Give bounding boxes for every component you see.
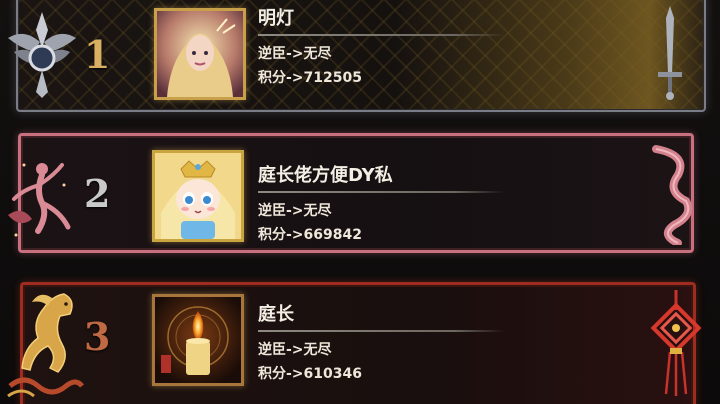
golden-horse-emblem-icon xyxy=(7,293,84,398)
leaderboard-entry-2[interactable]: 2 庭长佬方便DY私 逆臣->无尽 积分->669842 xyxy=(0,125,720,265)
player-name: 庭长佬方便DY私 xyxy=(258,165,393,186)
player-score: 积分->610346 xyxy=(258,366,362,382)
rank-number: 1 xyxy=(84,32,111,77)
player-score: 积分->669842 xyxy=(258,227,362,243)
player-name: 庭长 xyxy=(258,304,294,325)
silver-sword-ornament-icon xyxy=(658,6,682,100)
chinese-knot-ornament-icon xyxy=(650,290,702,396)
player-title: 逆臣->无尽 xyxy=(258,46,332,62)
ribbon-scroll-ornament-icon xyxy=(652,145,693,245)
player-score: 积分->712505 xyxy=(258,70,362,86)
player-info: 庭长佬方便DY私 逆臣->无尽 积分->669842 xyxy=(258,163,504,247)
name-divider xyxy=(258,330,504,332)
candle-avatar xyxy=(155,297,241,383)
player-avatar[interactable] xyxy=(152,150,244,242)
leaderboard: 1 明灯 逆臣->无尽 积分->712505 2 庭长佬方便DY私 逆臣->无尽… xyxy=(0,0,720,404)
chibi-princess-avatar xyxy=(155,153,241,239)
angel-portrait-avatar xyxy=(157,11,243,97)
rank-number: 2 xyxy=(84,171,111,216)
player-avatar[interactable] xyxy=(154,8,246,100)
player-avatar[interactable] xyxy=(152,294,244,386)
leaderboard-entry-1[interactable]: 1 明灯 逆臣->无尽 积分->712505 xyxy=(0,0,720,120)
player-title: 逆臣->无尽 xyxy=(258,203,332,219)
rank-number: 3 xyxy=(84,314,111,359)
player-info: 明灯 逆臣->无尽 积分->712505 xyxy=(258,6,504,90)
dancing-figure-emblem-icon xyxy=(8,163,71,237)
player-info: 庭长 逆臣->无尽 积分->610346 xyxy=(258,302,504,386)
name-divider xyxy=(258,34,504,36)
leaderboard-entry-3[interactable]: 3 庭长 逆臣->无尽 积分->610346 xyxy=(0,272,720,404)
player-title: 逆臣->无尽 xyxy=(258,342,332,358)
name-divider xyxy=(258,191,504,193)
winged-silver-crest-icon xyxy=(8,12,76,98)
player-name: 明灯 xyxy=(258,8,294,29)
